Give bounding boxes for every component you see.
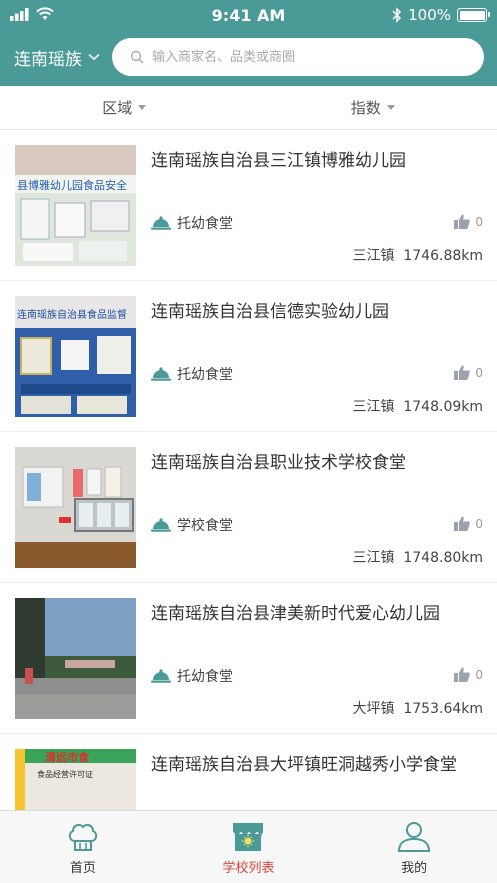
like-number: 0 [475, 516, 483, 531]
filter-area-label: 区域 [102, 99, 133, 117]
location: 大坪镇 1753.64km [352, 698, 483, 718]
filter-index-label: 指数 [350, 99, 381, 117]
like-number: 0 [475, 365, 483, 380]
town-label: 大坪镇 [352, 701, 395, 717]
region-label: 连南瑶族 [14, 49, 82, 70]
town-label: 三江镇 [352, 248, 395, 264]
like-count[interactable]: 0 [454, 516, 483, 531]
category-label: 托幼食堂 [177, 367, 233, 383]
tab-school-list[interactable]: 学校列表 [166, 811, 332, 883]
search-box[interactable] [112, 38, 484, 76]
chef-hat-icon [68, 823, 97, 851]
location: 三江镇 1748.80km [352, 547, 483, 567]
bluetooth-icon [392, 7, 402, 23]
thumbs-up-icon [454, 365, 471, 380]
thumb-text-2: 食品经营许可证 [37, 769, 93, 779]
thumbnail-image: 县博雅幼儿园食品安全 [15, 145, 136, 266]
list-item[interactable]: 清远市食 食品经营许可证 连南瑶族自治县大坪镇旺洞越秀小学食堂 [0, 734, 497, 810]
location: 三江镇 1746.88km [352, 245, 483, 265]
user-icon [398, 822, 431, 852]
like-number: 0 [475, 667, 483, 682]
like-number: 0 [475, 214, 483, 229]
school-list: 县博雅幼儿园食品安全 连南瑶族自治县三江镇博雅幼儿园 托幼食堂 0 三江镇 17… [0, 130, 497, 810]
school-name: 连南瑶族自治县津美新时代爱心幼儿园 [151, 604, 440, 624]
thumb-text: 连南瑶族自治县食品监督 [17, 308, 127, 321]
thumbnail-image: 清远市食 食品经营许可证 [15, 749, 136, 810]
category: 托幼食堂 [151, 364, 233, 384]
tab-home-label: 首页 [69, 861, 96, 876]
thumbnail-image [15, 447, 136, 568]
school-name: 连南瑶族自治县信德实验幼儿园 [151, 302, 389, 322]
location: 三江镇 1748.09km [352, 396, 483, 416]
category-label: 托幼食堂 [177, 216, 233, 232]
school-name: 连南瑶族自治县职业技术学校食堂 [151, 453, 406, 473]
distance-label: 1746.88km [403, 248, 483, 264]
filter-index[interactable]: 指数 [249, 86, 497, 129]
caret-down-icon [138, 105, 147, 110]
thumb-text: 清远市食 [45, 750, 90, 764]
town-label: 三江镇 [352, 550, 395, 566]
like-count[interactable]: 0 [454, 667, 483, 682]
category: 托幼食堂 [151, 213, 233, 233]
caret-down-icon [386, 105, 395, 110]
list-item[interactable]: 连南瑶族自治县津美新时代爱心幼儿园 托幼食堂 0 大坪镇 1753.64km [0, 583, 497, 734]
list-item[interactable]: 县博雅幼儿园食品安全 连南瑶族自治县三江镇博雅幼儿园 托幼食堂 0 三江镇 17… [0, 130, 497, 281]
bottom-tab-bar: 首页 学校列表 我的 [0, 810, 497, 883]
status-right: 100% [392, 6, 490, 24]
food-cover-icon [151, 669, 171, 683]
distance-label: 1748.09km [403, 399, 483, 415]
like-count[interactable]: 0 [454, 365, 483, 380]
thumbs-up-icon [454, 516, 471, 531]
filter-bar: 区域 指数 [0, 86, 497, 130]
search-icon [130, 50, 144, 64]
filter-area[interactable]: 区域 [0, 86, 249, 129]
thumb-text: 县博雅幼儿园食品安全 [17, 178, 127, 192]
category-label: 托幼食堂 [177, 669, 233, 685]
school-name: 连南瑶族自治县大坪镇旺洞越秀小学食堂 [151, 755, 457, 775]
search-input[interactable] [152, 49, 452, 65]
thumbnail-image [15, 598, 136, 719]
tab-mine[interactable]: 我的 [331, 811, 497, 883]
food-cover-icon [151, 518, 171, 532]
tab-school-list-label: 学校列表 [222, 861, 275, 876]
like-count[interactable]: 0 [454, 214, 483, 229]
list-item[interactable]: 连南瑶族自治县职业技术学校食堂 学校食堂 0 三江镇 1748.80km [0, 432, 497, 583]
thumbs-up-icon [454, 214, 471, 229]
town-label: 三江镇 [352, 399, 395, 415]
distance-label: 1748.80km [403, 550, 483, 566]
thumbnail-image: 连南瑶族自治县食品监督 [15, 296, 136, 417]
battery-icon [457, 8, 490, 22]
status-bar: 9:41 AM 100% [0, 0, 497, 32]
distance-label: 1753.64km [403, 701, 483, 717]
battery-percent: 100% [408, 6, 451, 24]
tab-home[interactable]: 首页 [0, 811, 166, 883]
category-label: 学校食堂 [177, 518, 233, 534]
region-selector[interactable]: 连南瑶族 [14, 44, 100, 70]
store-icon [233, 823, 264, 851]
school-name: 连南瑶族自治县三江镇博雅幼儿园 [151, 151, 406, 171]
app-header: 9:41 AM 100% 连南瑶族 [0, 0, 497, 86]
thumbs-up-icon [454, 667, 471, 682]
category: 学校食堂 [151, 515, 233, 535]
chevron-down-icon [88, 53, 100, 61]
list-item[interactable]: 连南瑶族自治县食品监督 连南瑶族自治县信德实验幼儿园 托幼食堂 0 三江镇 17… [0, 281, 497, 432]
tab-mine-label: 我的 [401, 861, 428, 876]
food-cover-icon [151, 216, 171, 230]
category: 托幼食堂 [151, 666, 233, 686]
food-cover-icon [151, 367, 171, 381]
